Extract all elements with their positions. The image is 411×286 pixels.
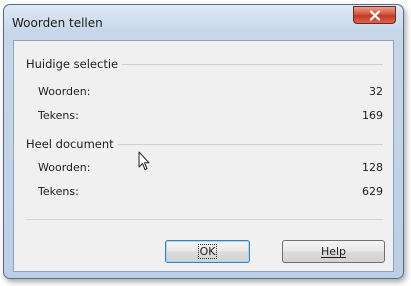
document-words-value: 128 [362, 161, 383, 174]
ok-button[interactable]: OK [165, 240, 250, 263]
dialog-content: Huidige selectie Woorden: 32 Tekens: 169… [13, 40, 394, 272]
selection-words-value: 32 [369, 85, 383, 98]
window-title: Woorden tellen [12, 16, 103, 30]
button-separator [26, 219, 383, 220]
document-chars-value: 629 [362, 185, 383, 198]
selection-words-label: Woorden: [38, 85, 91, 98]
close-button[interactable] [353, 6, 396, 24]
close-icon [369, 9, 380, 21]
document-words-label: Woorden: [38, 161, 91, 174]
dialog-window: Woorden tellen Huidige selectie Woorden:… [3, 4, 404, 279]
ok-button-label: OK [197, 244, 218, 259]
document-chars-label: Tekens: [38, 185, 79, 198]
selection-chars-label: Tekens: [38, 109, 79, 122]
help-button[interactable]: Help [282, 240, 385, 263]
mouse-pointer-icon [138, 151, 150, 170]
selection-chars-value: 169 [362, 109, 383, 122]
whole-document-heading: Heel document [26, 137, 118, 151]
help-button-label: Help [320, 245, 347, 258]
current-selection-heading: Huidige selectie [26, 57, 123, 71]
